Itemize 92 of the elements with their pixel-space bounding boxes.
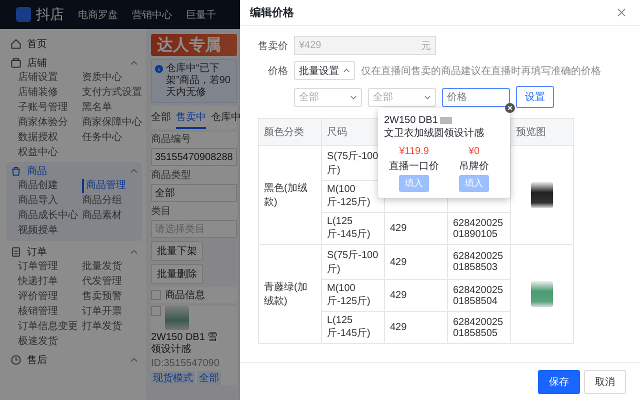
filter-field[interactable]: 35155470908288	[151, 148, 237, 166]
size-cell: S(75斤-100斤)	[327, 250, 378, 275]
price-cell: 429	[390, 290, 407, 301]
price-cell: 429	[390, 322, 407, 333]
bulk-action-button[interactable]: 批量下架	[151, 241, 203, 261]
sidebar-item[interactable]: 商品分组	[82, 194, 146, 208]
sidebar-item[interactable]: 店铺设置	[18, 71, 82, 85]
product-title: 领设计感	[151, 344, 192, 356]
size-cell: S(75斤-100斤)	[327, 151, 378, 176]
sidebar-item[interactable]: 核销管理	[18, 305, 82, 319]
sidebar-item[interactable]: 批量发货	[82, 260, 146, 274]
sidebar-item[interactable]: 商家体验分	[18, 116, 82, 130]
status-tab[interactable]: 售卖中	[176, 110, 206, 129]
sidebar-item[interactable]: 资质中心	[82, 71, 146, 85]
price-cell: 429	[390, 256, 407, 268]
size-cell: M(100斤-125斤)	[327, 184, 370, 208]
sidebar-item[interactable]: 订单信息变更	[18, 320, 82, 334]
sidebar-item[interactable]: 极速发货	[18, 335, 82, 349]
mode-dropdown[interactable]: 批量设置	[294, 61, 355, 80]
sidebar-item[interactable]: 售卖预警	[82, 290, 146, 304]
price-cell: 429	[390, 223, 407, 234]
field-label: 售卖价	[257, 40, 288, 52]
promo-banner[interactable]: 达人专属	[151, 34, 237, 56]
popover-title: 文卫衣加绒圆领设计感	[384, 127, 484, 140]
nav-link[interactable]: 营销中心	[132, 8, 172, 22]
sidebar-item[interactable]: 商品导入	[18, 194, 82, 208]
notice-text: 仓库中“已下架”商品，若90天内无修	[166, 63, 232, 99]
product-tag: 全部	[197, 371, 221, 385]
column-header: 商品信息	[165, 288, 205, 302]
sku-code-cell-text: 62842002501890105	[453, 218, 504, 240]
size-cell: L(125斤-145斤)	[327, 315, 370, 339]
nav-link[interactable]: 巨量千	[186, 8, 216, 22]
column-header: 尺码	[327, 127, 347, 138]
logo-text: 抖店	[36, 6, 64, 24]
sidebar-group[interactable]: 订单	[6, 243, 142, 260]
sku-code-cell-text: 62842002501858504	[453, 284, 504, 306]
sidebar-item[interactable]: 任务中心	[82, 131, 146, 145]
sku-code-cell-text: 62842002501858505	[453, 316, 504, 338]
status-tab[interactable]: 仓库中	[211, 110, 240, 129]
sidebar-item[interactable]: 店铺装修	[18, 86, 82, 100]
price-label: 直播一口价	[389, 160, 439, 173]
size-cell: L(125斤-145斤)	[327, 216, 370, 240]
popover-title: 2W150 DB1	[384, 114, 438, 127]
set-button[interactable]: 设置	[516, 86, 554, 108]
product-title: 2W150 DB1 雪	[151, 332, 219, 344]
sidebar-item[interactable]: 支付方式设置	[82, 86, 146, 100]
sidebar-item[interactable]: 子账号管理	[18, 101, 82, 115]
sidebar-item[interactable]: 视频授单	[18, 224, 82, 238]
sidebar-item[interactable]: 黑名单	[82, 101, 146, 115]
sidebar-item[interactable]: 打单发货	[82, 320, 146, 334]
price-amount: ¥0	[468, 146, 480, 157]
filter-label: 商品编号	[151, 132, 192, 146]
sidebar-group[interactable]: 商品	[6, 162, 142, 179]
variant-cell: 黑色(加绒款)	[264, 183, 308, 208]
cancel-button[interactable]: 取消	[584, 370, 626, 394]
sidebar-item[interactable]: 快递打单	[18, 275, 82, 289]
product-id: ID:3515547090	[151, 358, 220, 369]
save-button[interactable]: 保存	[538, 370, 580, 394]
sidebar-item[interactable]: 商品素材	[82, 209, 146, 223]
product-tag: 现货模式	[151, 371, 195, 385]
column-header: 颜色分类	[264, 127, 304, 138]
sidebar-group[interactable]: 店铺	[6, 54, 142, 71]
sidebar-item[interactable]: 订单开票	[82, 305, 146, 319]
nav-link[interactable]: 电商罗盘	[78, 8, 118, 22]
filter-label: 类目	[151, 204, 172, 218]
sidebar-item[interactable]: 商品创建	[18, 179, 82, 193]
sidebar-item[interactable]: 权益中心	[18, 146, 82, 160]
sidebar-item[interactable]: 商品管理	[82, 179, 146, 193]
sidebar-item[interactable]: 商家保障中心	[82, 116, 146, 130]
variant-cell: 青藤绿(加绒款)	[264, 282, 308, 307]
sidebar-item[interactable]: 数据授权	[18, 131, 82, 145]
sidebar-item[interactable]: 评价管理	[18, 290, 82, 304]
price-amount: ¥119.9	[399, 146, 429, 157]
price-input[interactable]: 价格	[442, 88, 510, 106]
column-header: 预览图	[516, 127, 546, 138]
select-field[interactable]: 全部	[368, 88, 436, 106]
select-field[interactable]: 全部	[294, 88, 362, 106]
hint-text: 仅在直播间售卖的商品建议在直播时再填写准确的价格	[361, 64, 601, 78]
price-label: 吊牌价	[459, 160, 489, 173]
sidebar-group[interactable]: 首页	[6, 35, 142, 52]
field-label: 价格	[267, 64, 288, 78]
sidebar-item[interactable]: 代发管理	[82, 275, 146, 289]
filter-field[interactable]: 全部	[151, 184, 237, 202]
filter-label: 商品类型	[151, 168, 192, 182]
size-cell: M(100斤-125斤)	[327, 283, 370, 307]
sku-code-cell-text: 62842002501858503	[453, 251, 504, 273]
sidebar-group[interactable]: 售后	[6, 351, 142, 368]
sidebar-item[interactable]: 订单管理	[18, 260, 82, 274]
status-tab[interactable]: 全部	[151, 110, 171, 129]
bulk-action-button[interactable]: 批量删除	[151, 264, 203, 284]
dialog-title: 编辑价格	[250, 6, 294, 20]
sidebar-item[interactable]: 商品成长中心	[18, 209, 82, 223]
